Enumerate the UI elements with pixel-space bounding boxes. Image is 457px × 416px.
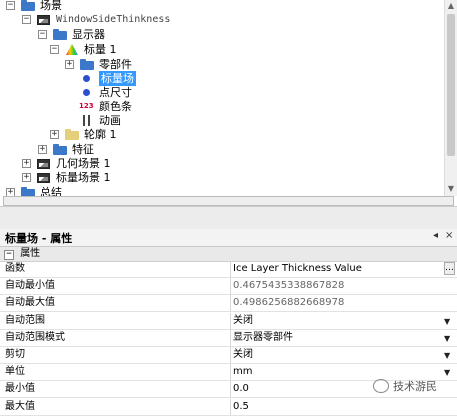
folder-icon bbox=[52, 143, 68, 156]
scroll-down-icon[interactable]: ▼ bbox=[447, 184, 455, 194]
tree-node-outline[interactable]: + 轮廓 1 bbox=[50, 127, 117, 142]
expand-icon[interactable]: + bbox=[22, 159, 31, 168]
tree-label: 标量 1 bbox=[84, 43, 117, 56]
close-icon[interactable]: × bbox=[445, 230, 453, 241]
property-row[interactable]: 最大值 0.5 bbox=[0, 398, 457, 416]
tree-label-selected: 标量场 bbox=[99, 71, 136, 86]
tree-node-color-bar[interactable]: 123 颜色条 bbox=[79, 99, 132, 114]
property-name: 剪切 bbox=[5, 349, 25, 360]
tree-node-point-size[interactable]: 点尺寸 bbox=[79, 85, 132, 100]
collapse-icon[interactable]: − bbox=[38, 30, 47, 39]
folder-icon bbox=[20, 186, 36, 196]
tree-label: 颜色条 bbox=[99, 100, 132, 113]
tree-label: 动画 bbox=[99, 114, 121, 127]
property-name: 自动范围模式 bbox=[5, 331, 65, 343]
properties-panel-header: 标量场 - 属性 ◂ × bbox=[0, 229, 457, 247]
property-row[interactable]: 自动范围 关闭 ▼ bbox=[0, 312, 457, 330]
property-row[interactable]: 剪切 关闭 ▼ bbox=[0, 347, 457, 364]
tree-label: 点尺寸 bbox=[99, 86, 132, 99]
ellipsis-button[interactable]: … bbox=[444, 262, 455, 275]
property-row[interactable]: 自动最大值 0.4986256882668978 bbox=[0, 295, 457, 313]
expand-icon[interactable]: + bbox=[22, 173, 31, 182]
tree-node-animation[interactable]: 动画 bbox=[79, 113, 121, 128]
expand-icon[interactable]: + bbox=[38, 145, 47, 154]
tree-label: 轮廓 1 bbox=[84, 128, 117, 141]
tree-node-window[interactable]: − WindowSideThinkness bbox=[22, 12, 170, 27]
outline-folder-icon bbox=[64, 128, 80, 141]
group-label: 属性 bbox=[20, 248, 41, 259]
property-name: 自动最小值 bbox=[5, 280, 55, 292]
property-name: 单位 bbox=[5, 366, 25, 378]
scene-tree[interactable]: − 场景 − WindowSideThinkness − 显示器 − 标量 1 … bbox=[0, 0, 444, 196]
scroll-up-icon[interactable]: ▲ bbox=[447, 1, 455, 11]
tree-node-scalar-field[interactable]: 标量场 bbox=[79, 71, 136, 86]
animation-icon bbox=[79, 114, 95, 127]
folder-icon bbox=[52, 28, 68, 41]
tree-node-parts[interactable]: + 零部件 bbox=[65, 57, 132, 72]
tree-label: WindowSideThinkness bbox=[56, 14, 171, 25]
scene-icon bbox=[36, 13, 52, 26]
collapse-icon[interactable]: − bbox=[50, 45, 59, 54]
property-row[interactable]: 自动范围模式 显示器零部件 ▼ bbox=[0, 329, 457, 347]
tree-label: 零部件 bbox=[99, 58, 132, 71]
property-name: 函数 bbox=[5, 263, 25, 274]
property-value[interactable]: 关闭 bbox=[230, 347, 443, 363]
tree-vertical-scrollbar[interactable]: ▲ ▼ bbox=[444, 0, 457, 196]
expand-icon[interactable]: + bbox=[50, 130, 59, 139]
scene-icon bbox=[36, 157, 52, 170]
dot-icon bbox=[79, 86, 95, 99]
wechat-icon bbox=[373, 379, 389, 393]
collapse-icon[interactable]: − bbox=[6, 1, 15, 10]
collapse-icon[interactable]: − bbox=[4, 250, 14, 260]
scene-icon bbox=[36, 171, 52, 184]
tree-label: 特征 bbox=[72, 143, 94, 156]
property-row[interactable]: 函数 Ice Layer Thickness Value… bbox=[0, 261, 457, 278]
property-value[interactable]: 0.4986256882668978 bbox=[230, 295, 443, 312]
color-bar-icon: 123 bbox=[79, 102, 94, 110]
scalar-displayer-icon bbox=[64, 43, 80, 56]
tree-label: 几何场景 1 bbox=[56, 157, 111, 170]
panel-title: 标量场 - 属性 bbox=[5, 232, 73, 245]
tree-node-scalar-scene[interactable]: + 标量场景 1 bbox=[22, 170, 111, 185]
tree-node-features[interactable]: + 特征 bbox=[38, 142, 94, 157]
property-name: 自动最大值 bbox=[5, 297, 55, 309]
tree-node-geometry-scene[interactable]: + 几何场景 1 bbox=[22, 156, 111, 171]
properties-group-header[interactable]: − 属性 bbox=[0, 247, 457, 262]
pin-icon[interactable]: ◂ bbox=[433, 230, 438, 241]
tree-label: 显示器 bbox=[72, 28, 105, 41]
folder-icon bbox=[20, 0, 36, 12]
watermark: 技术游民 bbox=[373, 378, 437, 394]
scroll-thumb[interactable] bbox=[447, 14, 455, 156]
tree-horizontal-scrollbar[interactable] bbox=[3, 196, 454, 206]
property-row[interactable]: 自动最小值 0.4675435338867828 bbox=[0, 278, 457, 296]
dropdown-arrow-icon[interactable]: ▼ bbox=[444, 314, 450, 330]
property-name: 最小值 bbox=[5, 383, 35, 395]
property-name: 自动范围 bbox=[5, 314, 45, 326]
property-value[interactable]: 0.4675435338867828 bbox=[230, 278, 443, 295]
dropdown-arrow-icon[interactable]: ▼ bbox=[444, 365, 450, 381]
property-value[interactable]: 关闭 bbox=[230, 312, 443, 329]
dot-icon bbox=[79, 72, 95, 85]
property-value[interactable]: Ice Layer Thickness Value bbox=[230, 261, 443, 277]
tree-label: 总结 bbox=[40, 186, 62, 196]
tree-node-scalar[interactable]: − 标量 1 bbox=[50, 42, 117, 57]
tree-node-summary[interactable]: + 总结 bbox=[6, 185, 62, 196]
dropdown-arrow-icon[interactable]: ▼ bbox=[444, 348, 450, 364]
tree-node-display[interactable]: − 显示器 bbox=[38, 27, 105, 42]
expand-icon[interactable]: + bbox=[6, 188, 15, 196]
tree-label: 标量场景 1 bbox=[56, 171, 111, 184]
folder-icon bbox=[79, 58, 95, 71]
expand-icon[interactable]: + bbox=[65, 60, 74, 69]
dropdown-arrow-icon[interactable]: ▼ bbox=[444, 331, 450, 347]
property-value[interactable]: 显示器零部件 bbox=[230, 329, 443, 346]
panel-splitter[interactable] bbox=[0, 206, 457, 229]
watermark-text: 技术游民 bbox=[393, 380, 437, 393]
collapse-icon[interactable]: − bbox=[22, 15, 31, 24]
